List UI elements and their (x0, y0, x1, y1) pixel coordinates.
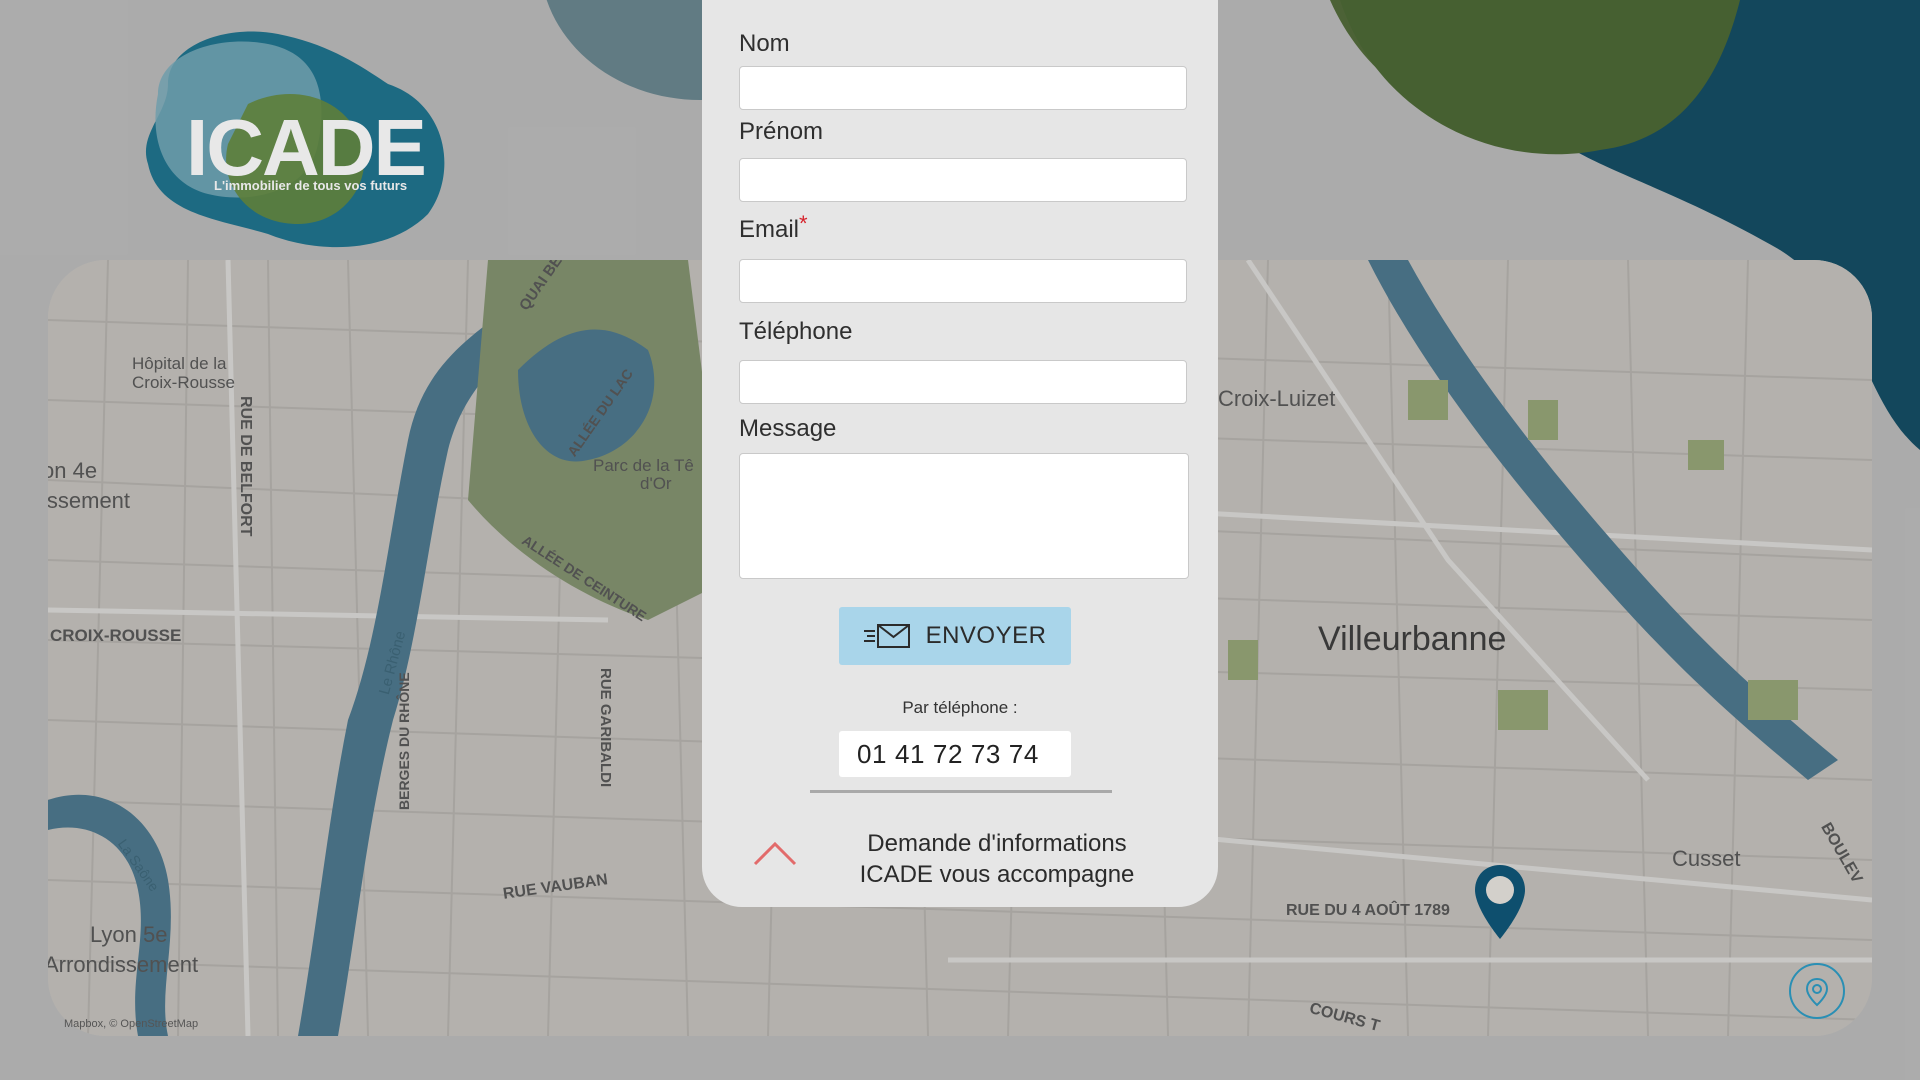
footer-line-2: ICADE vous accompagne (859, 861, 1135, 888)
email-field[interactable] (739, 259, 1187, 303)
required-marker: * (799, 211, 808, 236)
map-label-arrondissement-4b: issement (48, 488, 131, 513)
chevron-up-icon[interactable] (752, 838, 798, 868)
email-label-text: Email (739, 216, 800, 243)
map-label-rue-belfort: RUE DE BELFORT (237, 396, 254, 537)
map-label-villeurbanne: Villeurbanne (1318, 620, 1507, 658)
telephone-field[interactable] (739, 360, 1187, 404)
message-label: Message (739, 415, 837, 442)
email-label: Email* (739, 211, 808, 244)
send-button-label: ENVOYER (925, 622, 1047, 649)
divider (810, 790, 1112, 793)
map-label-croix-rousse: CROIX-ROUSSE (50, 626, 182, 645)
locate-button[interactable] (1789, 963, 1845, 1019)
map-label-parc: Parc de la Tê (593, 456, 694, 475)
map-label-cusset: Cusset (1672, 846, 1741, 871)
map-label-rue-aout: RUE DU 4 AOÛT 1789 (1286, 902, 1450, 919)
map-label-hospital-2: Croix-Rousse (132, 373, 235, 392)
footer-line-1: Demande d'informations (867, 830, 1127, 857)
map-label-arrondissement-4: on 4e (48, 458, 98, 483)
prenom-label: Prénom (739, 118, 824, 145)
panel-footer-text: Demande d'informations ICADE vous accomp… (842, 828, 1152, 890)
envelope-icon (863, 624, 910, 648)
telephone-label: Téléphone (739, 318, 853, 345)
nom-label: Nom (739, 30, 790, 57)
phone-number[interactable]: 01 41 72 73 74 (839, 731, 1071, 777)
message-field[interactable] (739, 453, 1189, 579)
contact-form-panel: Nom Prénom Email* Téléphone Message ENVO… (702, 0, 1218, 907)
map-label-lyon5-2: Arrondissement (48, 952, 199, 977)
map-label-garibaldi: RUE GARIBALDI (597, 668, 614, 788)
nom-field[interactable] (739, 66, 1187, 110)
prenom-field[interactable] (739, 158, 1187, 202)
map-label-lyon5: Lyon 5e (90, 922, 168, 947)
send-button[interactable]: ENVOYER (839, 607, 1071, 665)
map-label-croix-luizet: Croix-Luizet (1218, 386, 1336, 411)
map-pin-icon[interactable] (1472, 863, 1528, 941)
map-label-parc-2: d'Or (640, 474, 672, 493)
map-label-berges: BERGES DU RHÔNE (396, 672, 412, 810)
map-label-hospital: Hôpital de la (132, 354, 227, 373)
phone-caption: Par téléphone : (902, 698, 1018, 717)
location-icon (1805, 977, 1829, 1007)
logo-tagline: L'immobilier de tous vos futurs (214, 178, 408, 193)
map-attribution: Mapbox, © OpenStreetMap (64, 1018, 199, 1030)
